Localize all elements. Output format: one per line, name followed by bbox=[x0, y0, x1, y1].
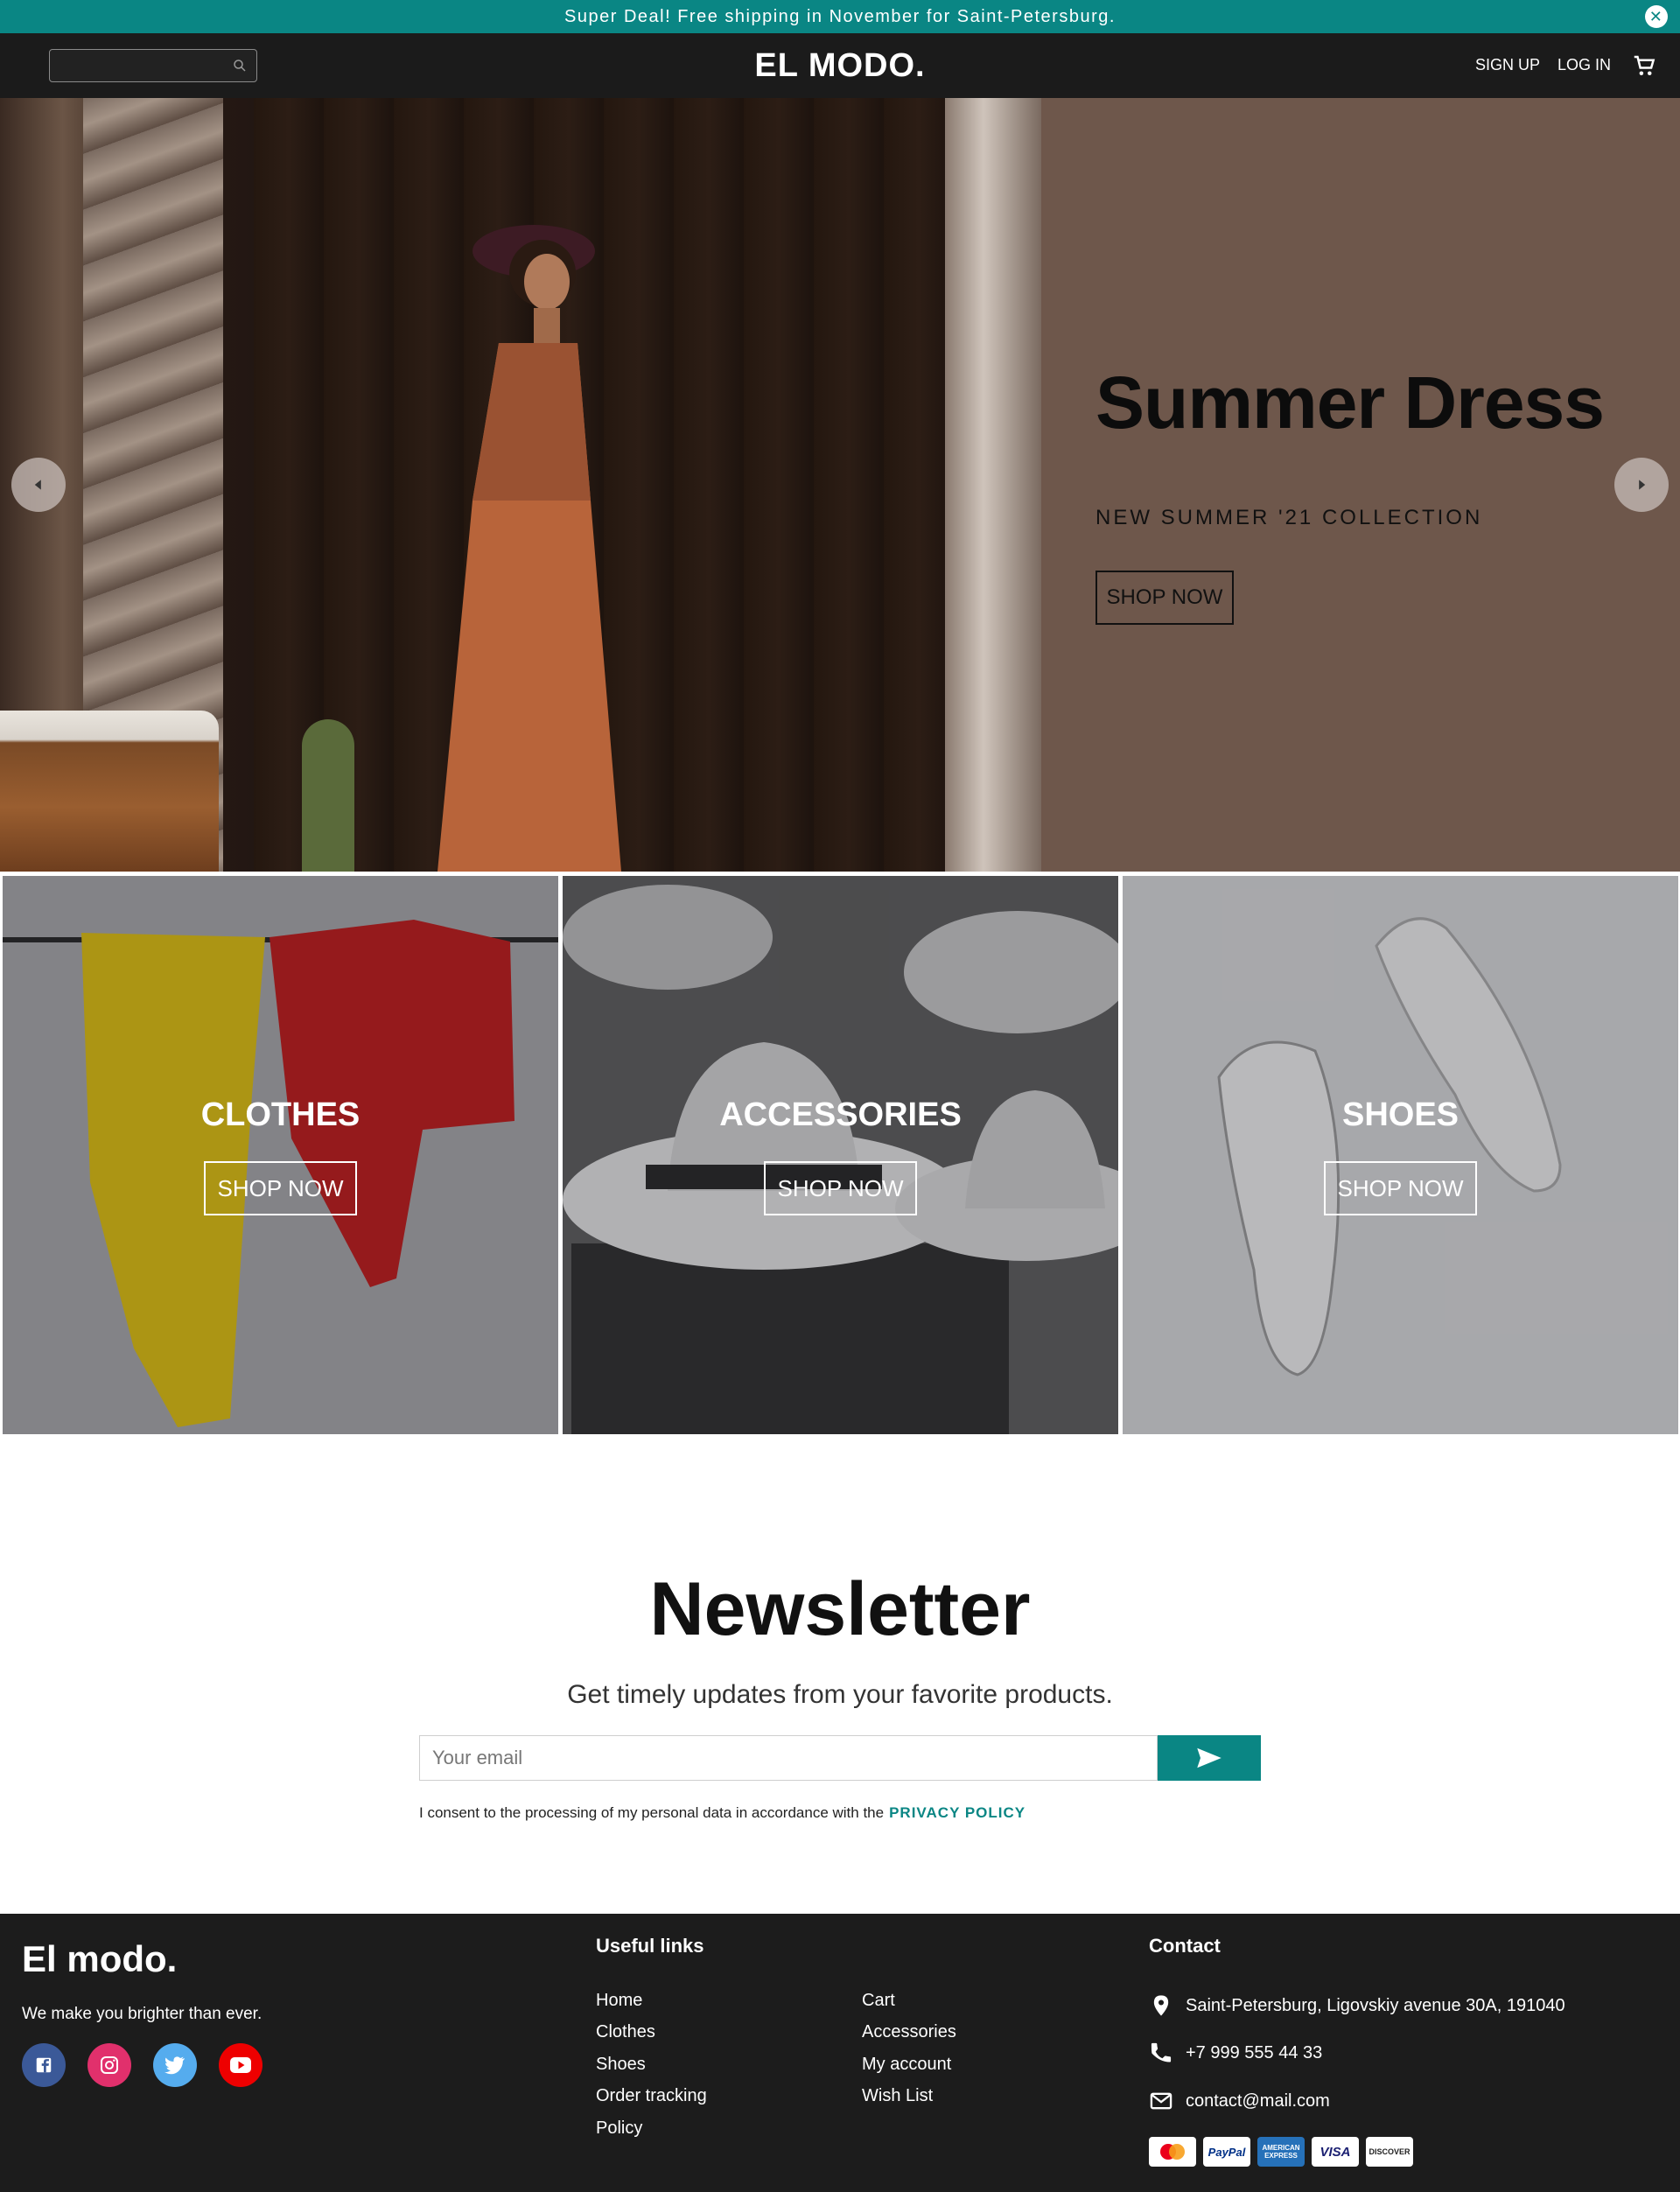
footer-link-policy[interactable]: Policy bbox=[596, 2118, 642, 2139]
search-box bbox=[49, 49, 257, 82]
youtube-icon bbox=[230, 2057, 251, 2073]
contact-heading: Contact bbox=[1149, 1935, 1221, 1957]
site-footer: El modo. We make you brighter than ever.… bbox=[0, 1914, 1680, 2192]
newsletter-subtitle: Get timely updates from your favorite pr… bbox=[567, 1680, 1113, 1709]
site-header: EL MODO. SIGN UP LOG IN bbox=[0, 33, 1680, 98]
mail-icon bbox=[1150, 2092, 1172, 2110]
category-overlay bbox=[3, 876, 558, 1434]
amex-icon: AMERICAN EXPRESS bbox=[1257, 2137, 1305, 2167]
category-title: SHOES bbox=[1341, 1096, 1460, 1133]
contact-phone: +7 999 555 44 33 bbox=[1149, 2041, 1322, 2065]
consent-text-wrap: I consent to the processing of my person… bbox=[419, 1804, 1026, 1822]
footer-link-home[interactable]: Home bbox=[596, 1991, 642, 2011]
footer-tagline: We make you brighter than ever. bbox=[22, 2005, 262, 2023]
cart-icon[interactable] bbox=[1631, 53, 1657, 79]
consent-text: I consent to the processing of my person… bbox=[419, 1804, 885, 1821]
search-icon[interactable] bbox=[232, 58, 248, 74]
promo-bar: Super Deal! Free shipping in November fo… bbox=[0, 0, 1680, 33]
instagram-button[interactable] bbox=[88, 2043, 131, 2087]
mastercard-icon bbox=[1149, 2137, 1196, 2167]
chevron-right-icon bbox=[1639, 480, 1646, 490]
hero-image bbox=[0, 98, 1041, 872]
youtube-button[interactable] bbox=[219, 2043, 262, 2087]
search-input[interactable] bbox=[50, 50, 225, 81]
facebook-icon bbox=[36, 2057, 52, 2073]
category-overlay bbox=[1123, 876, 1678, 1434]
contact-address-text: Saint-Petersburg, Ligovskiy avenue 30A, … bbox=[1186, 1995, 1565, 2015]
login-link[interactable]: LOG IN bbox=[1558, 56, 1611, 74]
twitter-icon bbox=[164, 2056, 185, 2075]
category-shoes[interactable]: SHOES SHOP NOW bbox=[1123, 876, 1678, 1434]
hero-shop-now-button[interactable]: SHOP NOW bbox=[1096, 571, 1234, 625]
twitter-button[interactable] bbox=[153, 2043, 197, 2087]
footer-link-cart[interactable]: Cart bbox=[862, 1991, 895, 2011]
chevron-left-icon bbox=[34, 480, 41, 490]
contact-email-text: contact@mail.com bbox=[1186, 2090, 1330, 2111]
footer-logo: El modo. bbox=[22, 1938, 178, 1979]
accessories-shop-now-button[interactable]: SHOP NOW bbox=[763, 1161, 918, 1215]
privacy-policy-link[interactable]: PRIVACY POLICY bbox=[889, 1804, 1026, 1821]
hero-subtitle: NEW SUMMER '21 COLLECTION bbox=[1096, 506, 1483, 529]
hero-title: Summer Dress bbox=[1096, 361, 1605, 444]
hero-slider: Summer Dress NEW SUMMER '21 COLLECTION S… bbox=[0, 98, 1680, 872]
contact-email: contact@mail.com bbox=[1149, 2089, 1330, 2113]
category-grid: CLOTHES SHOP NOW ACCESSORIES SHOP NOW SH… bbox=[0, 874, 1680, 1436]
cactus bbox=[302, 719, 354, 872]
hero-pillar-right bbox=[945, 98, 1041, 872]
category-accessories[interactable]: ACCESSORIES SHOP NOW bbox=[563, 876, 1118, 1434]
newsletter-submit-button[interactable] bbox=[1158, 1735, 1261, 1781]
hero-model-figure bbox=[438, 225, 621, 872]
instagram-icon bbox=[101, 2056, 118, 2074]
barrel-planter bbox=[0, 711, 219, 872]
footer-link-clothes[interactable]: Clothes bbox=[596, 2022, 655, 2042]
signup-link[interactable]: SIGN UP bbox=[1475, 56, 1540, 74]
phone-icon bbox=[1151, 2042, 1172, 2062]
category-overlay bbox=[563, 876, 1118, 1434]
site-logo[interactable]: EL MODO. bbox=[754, 47, 925, 84]
footer-link-accessories[interactable]: Accessories bbox=[862, 2022, 956, 2042]
facebook-button[interactable] bbox=[22, 2043, 66, 2087]
category-clothes[interactable]: CLOTHES SHOP NOW bbox=[3, 876, 558, 1434]
visa-icon: VISA bbox=[1312, 2137, 1359, 2167]
contact-phone-text: +7 999 555 44 33 bbox=[1186, 2042, 1323, 2062]
newsletter-title: Newsletter bbox=[649, 1567, 1031, 1651]
contact-address: Saint-Petersburg, Ligovskiy avenue 30A, … bbox=[1149, 1993, 1565, 2018]
useful-links-heading: Useful links bbox=[596, 1935, 704, 1957]
clothes-shop-now-button[interactable]: SHOP NOW bbox=[203, 1161, 358, 1215]
slider-next-button[interactable] bbox=[1614, 458, 1669, 512]
location-icon bbox=[1153, 1995, 1169, 2016]
category-title: CLOTHES bbox=[200, 1096, 360, 1133]
footer-link-shoes[interactable]: Shoes bbox=[596, 2055, 646, 2075]
slider-prev-button[interactable] bbox=[11, 458, 66, 512]
footer-link-order-tracking[interactable]: Order tracking bbox=[596, 2086, 707, 2106]
close-icon[interactable]: ✕ bbox=[1645, 5, 1668, 28]
newsletter-form bbox=[419, 1735, 1261, 1781]
footer-link-my-account[interactable]: My account bbox=[862, 2055, 951, 2075]
discover-icon: DISCOVER bbox=[1366, 2137, 1413, 2167]
send-icon bbox=[1197, 1747, 1222, 1768]
shoes-shop-now-button[interactable]: SHOP NOW bbox=[1323, 1161, 1478, 1215]
paypal-icon: PayPal bbox=[1203, 2137, 1250, 2167]
promo-text: Super Deal! Free shipping in November fo… bbox=[564, 6, 1116, 26]
category-title: ACCESSORIES bbox=[719, 1096, 962, 1133]
email-field[interactable] bbox=[419, 1735, 1158, 1781]
footer-link-wish-list[interactable]: Wish List bbox=[862, 2086, 933, 2106]
